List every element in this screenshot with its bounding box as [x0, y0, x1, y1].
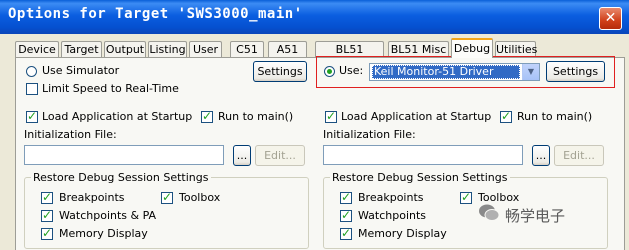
right-load-app-label: Load Application at Startup	[341, 110, 492, 123]
left-restore-group-label: Restore Debug Session Settings	[31, 171, 211, 184]
left-breakpoints-label: Breakpoints	[59, 191, 125, 204]
left-toolbox-checkbox[interactable]	[161, 190, 173, 204]
tab-bl51-misc[interactable]: BL51 Misc	[388, 41, 449, 57]
use-simulator-radio[interactable]	[26, 66, 37, 77]
left-watchpoints-label: Watchpoints & PA	[59, 209, 157, 222]
tab-target[interactable]: Target	[61, 41, 102, 57]
right-memory-display-label: Memory Display	[358, 227, 447, 240]
right-toolbox-checkbox[interactable]	[460, 190, 472, 204]
left-load-app-checkbox[interactable]	[26, 109, 38, 123]
tab-debug[interactable]: Debug	[451, 38, 493, 58]
chevron-down-icon[interactable]: ▼	[522, 64, 539, 80]
limit-speed-label: Limit Speed to Real-Time	[42, 82, 179, 95]
right-init-file-label: Initialization File:	[323, 128, 416, 141]
tab-output[interactable]: Output	[104, 41, 146, 57]
right-watchpoints-label: Watchpoints	[358, 209, 427, 222]
right-browse-button[interactable]: ...	[532, 145, 550, 166]
left-load-app-label: Load Application at Startup	[42, 110, 193, 123]
tab-a51[interactable]: A51	[268, 41, 307, 57]
left-init-file-input[interactable]	[24, 145, 224, 165]
tab-listing[interactable]: Listing	[148, 41, 187, 57]
left-run-to-main-checkbox[interactable]	[201, 109, 213, 123]
right-breakpoints-label: Breakpoints	[358, 191, 424, 204]
window-title: Options for Target 'SWS3000_main'	[8, 6, 303, 22]
title-bar[interactable]: Options for Target 'SWS3000_main' ✕	[0, 0, 629, 34]
left-edit-button[interactable]: Edit...	[255, 145, 305, 166]
use-simulator-label: Use Simulator	[42, 64, 120, 77]
left-memory-display-label: Memory Display	[59, 227, 148, 240]
close-icon: ✕	[604, 10, 617, 26]
right-init-file-input[interactable]	[323, 145, 523, 165]
right-memory-display-checkbox[interactable]	[340, 226, 352, 240]
right-edit-button[interactable]: Edit...	[554, 145, 604, 166]
right-run-to-main-label: Run to main()	[517, 110, 593, 123]
tab-utilities[interactable]: Utilities	[495, 41, 537, 57]
right-watchpoints-checkbox[interactable]	[340, 208, 352, 222]
wechat-icon	[479, 204, 500, 221]
simulator-settings-button[interactable]: Settings	[253, 61, 307, 82]
right-load-app-checkbox[interactable]	[325, 109, 337, 123]
driver-select-value: Keil Monitor-51 Driver	[372, 65, 520, 79]
use-driver-radio[interactable]	[324, 66, 335, 77]
left-browse-button[interactable]: ...	[233, 145, 251, 166]
right-breakpoints-checkbox[interactable]	[340, 190, 352, 204]
watermark-text: 畅学电子	[505, 207, 566, 225]
left-init-file-label: Initialization File:	[24, 128, 117, 141]
limit-speed-checkbox[interactable]	[26, 83, 38, 95]
left-toolbox-label: Toolbox	[179, 191, 221, 204]
use-driver-label: Use:	[339, 64, 364, 77]
left-breakpoints-checkbox[interactable]	[41, 190, 53, 204]
tab-bl51-locate[interactable]: BL51 Locate	[315, 41, 384, 72]
driver-settings-button[interactable]: Settings	[546, 61, 605, 82]
right-run-to-main-checkbox[interactable]	[500, 109, 512, 123]
left-watchpoints-checkbox[interactable]	[41, 208, 53, 222]
tab-device[interactable]: Device	[15, 41, 59, 57]
left-memory-display-checkbox[interactable]	[41, 226, 53, 240]
tab-c51[interactable]: C51	[230, 41, 264, 57]
right-restore-group-label: Restore Debug Session Settings	[330, 171, 510, 184]
options-dialog: Options for Target 'SWS3000_main' ✕ Devi…	[0, 0, 629, 250]
left-run-to-main-label: Run to main()	[218, 110, 294, 123]
tab-user[interactable]: User	[189, 41, 222, 57]
close-button[interactable]: ✕	[599, 7, 622, 30]
driver-select[interactable]: Keil Monitor-51 Driver ▼	[369, 63, 540, 81]
